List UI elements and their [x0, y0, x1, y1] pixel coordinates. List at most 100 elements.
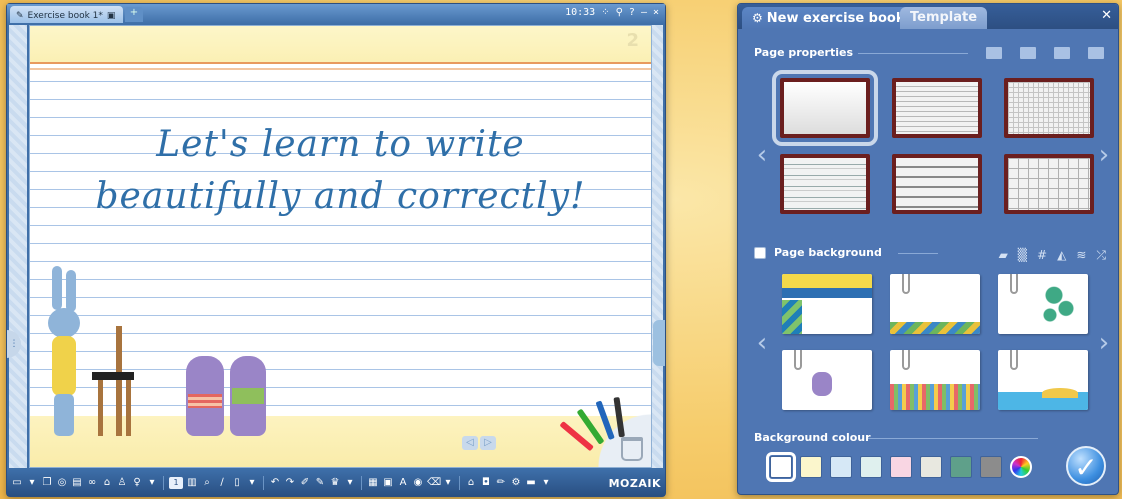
colour-swatch[interactable]: [800, 456, 822, 478]
text-icon[interactable]: A: [397, 477, 409, 489]
tab-close-icon[interactable]: ▣: [107, 11, 116, 21]
tab-new-exercise-book[interactable]: ⚙ New exercise book: [742, 7, 915, 29]
dropdown-icon[interactable]: ▾: [26, 477, 38, 489]
calendar-icon[interactable]: ▣: [382, 477, 394, 489]
tab-template[interactable]: Template: [900, 7, 988, 29]
page-icon[interactable]: ▥: [186, 477, 198, 489]
colour-swatch[interactable]: [950, 456, 972, 478]
prev-arrow-icon[interactable]: ‹: [756, 134, 768, 176]
section-label: Page properties: [754, 46, 854, 59]
colour-swatch[interactable]: [890, 456, 912, 478]
close-icon[interactable]: ×: [653, 7, 659, 18]
screen-icon[interactable]: ▭: [11, 477, 23, 489]
colour-swatch[interactable]: [920, 456, 942, 478]
next-arrow-icon[interactable]: ›: [1098, 134, 1110, 176]
camera-icon[interactable]: ◘: [480, 477, 492, 489]
divider: [898, 253, 938, 254]
zoom-icon[interactable]: ⌕: [201, 477, 213, 489]
confirm-button[interactable]: ✓: [1066, 446, 1106, 486]
trash-icon[interactable]: [621, 437, 643, 461]
grid-icon[interactable]: ▦: [367, 477, 379, 489]
colour-swatch[interactable]: [980, 456, 1002, 478]
document-icon[interactable]: ▤: [71, 477, 83, 489]
pattern-icon[interactable]: ▒: [1018, 248, 1027, 263]
shuffle-icon[interactable]: ⤮: [1096, 248, 1106, 263]
page-style-fine-grid[interactable]: [1004, 78, 1094, 138]
book-view-icon[interactable]: [986, 47, 1002, 59]
prev-page-button[interactable]: ◁: [462, 436, 478, 450]
mirror-icon[interactable]: ◭: [1057, 248, 1066, 263]
brush-icon[interactable]: ✐: [299, 477, 311, 489]
background-birds[interactable]: [782, 274, 872, 334]
clock: 10:33: [565, 7, 596, 18]
settings-icon[interactable]: ⚙: [510, 477, 522, 489]
dropdown-icon[interactable]: ▾: [344, 477, 356, 489]
monitor-view-icon[interactable]: [1020, 47, 1036, 59]
bottom-toolbar: ▭ ▾ ❐ ◎ ▤ ∞ ⌂ ♙ ♀ ▾ 1 ▥ ⌕ ∕ ▯ ▾ ↶ ↷ ✐ ✎ …: [7, 470, 665, 496]
dropdown-icon[interactable]: ▾: [246, 477, 258, 489]
highlighter-icon[interactable]: ✎: [314, 477, 326, 489]
desk-illustration-top: [92, 372, 134, 380]
bulb-icon[interactable]: ♀: [131, 477, 143, 489]
background-flowers[interactable]: [890, 350, 980, 410]
exercise-page[interactable]: 2 Let's learn to write beautifully and c…: [29, 25, 652, 468]
dropdown-icon[interactable]: ▾: [540, 477, 552, 489]
dropdown-icon[interactable]: ▾: [146, 477, 158, 489]
pen-icon[interactable]: ∕: [216, 477, 228, 489]
redo-icon[interactable]: ↷: [284, 477, 296, 489]
background-green-circles[interactable]: [998, 274, 1088, 334]
layers-icon[interactable]: ❐: [41, 477, 53, 489]
page-style-dashed-lined[interactable]: [780, 154, 870, 214]
dropdown-icon[interactable]: ▾: [442, 477, 454, 489]
grid-icon[interactable]: #: [1037, 248, 1047, 263]
folder-icon[interactable]: ▰: [999, 248, 1008, 263]
rectangle-icon[interactable]: ▯: [231, 477, 243, 489]
trash-icon[interactable]: ⌫: [427, 477, 441, 489]
page-style-blank[interactable]: [772, 70, 878, 146]
background-triangles[interactable]: [890, 274, 980, 334]
help-icon[interactable]: ?: [629, 7, 635, 18]
black-pencil-icon[interactable]: [613, 396, 625, 438]
small-monitor-icon[interactable]: [1054, 47, 1070, 59]
lined-writing-area[interactable]: [30, 62, 651, 418]
search-icon[interactable]: ⚲: [616, 7, 623, 18]
page-style-large-grid[interactable]: [1004, 154, 1094, 214]
right-panel-handle[interactable]: [653, 320, 665, 366]
view-mode-icons: [986, 47, 1104, 59]
grid-icon[interactable]: ⁘: [601, 7, 609, 18]
doc-tab[interactable]: ✎ Exercise book 1* ▣: [10, 6, 124, 23]
building-icon[interactable]: ⌂: [101, 477, 113, 489]
background-mouse-laptop[interactable]: [782, 350, 872, 410]
prev-arrow-icon[interactable]: ‹: [756, 322, 768, 364]
close-icon[interactable]: ✕: [1101, 8, 1112, 23]
page-style-wide-lined[interactable]: [892, 154, 982, 214]
undo-icon[interactable]: ↶: [269, 477, 281, 489]
glasses-icon[interactable]: ∞: [86, 477, 98, 489]
page-background-checkbox[interactable]: [754, 246, 766, 259]
page-style-lined[interactable]: [892, 78, 982, 138]
next-arrow-icon[interactable]: ›: [1098, 322, 1110, 364]
title-controls: 10:33 ⁘ ⚲ ? – ×: [565, 7, 659, 18]
next-page-button[interactable]: ▷: [480, 436, 496, 450]
tab-label: New exercise book: [766, 11, 905, 26]
person-icon[interactable]: ♙: [116, 477, 128, 489]
home-icon[interactable]: ⌂: [465, 477, 477, 489]
stamp-icon[interactable]: ◉: [412, 477, 424, 489]
paperclip-icon: [794, 350, 802, 370]
background-island[interactable]: [998, 350, 1088, 410]
crown-icon[interactable]: ♛: [329, 477, 341, 489]
globe-icon[interactable]: ◎: [56, 477, 68, 489]
mouse-illustration-shirt: [232, 388, 264, 404]
layers-icon[interactable]: ≋: [1076, 248, 1086, 263]
minimize-icon[interactable]: –: [641, 7, 647, 18]
page-indicator[interactable]: 1: [169, 477, 183, 489]
colour-swatch[interactable]: [860, 456, 882, 478]
fullscreen-icon[interactable]: [1088, 47, 1104, 59]
new-tab-button[interactable]: +: [125, 7, 143, 22]
section-label: Background colour: [754, 431, 871, 444]
colour-swatch[interactable]: [766, 452, 796, 482]
pencil-icon[interactable]: ✏: [495, 477, 507, 489]
ruler-icon[interactable]: ▬: [525, 477, 537, 489]
colour-swatch[interactable]: [830, 456, 852, 478]
colour-wheel-icon[interactable]: [1010, 456, 1032, 478]
